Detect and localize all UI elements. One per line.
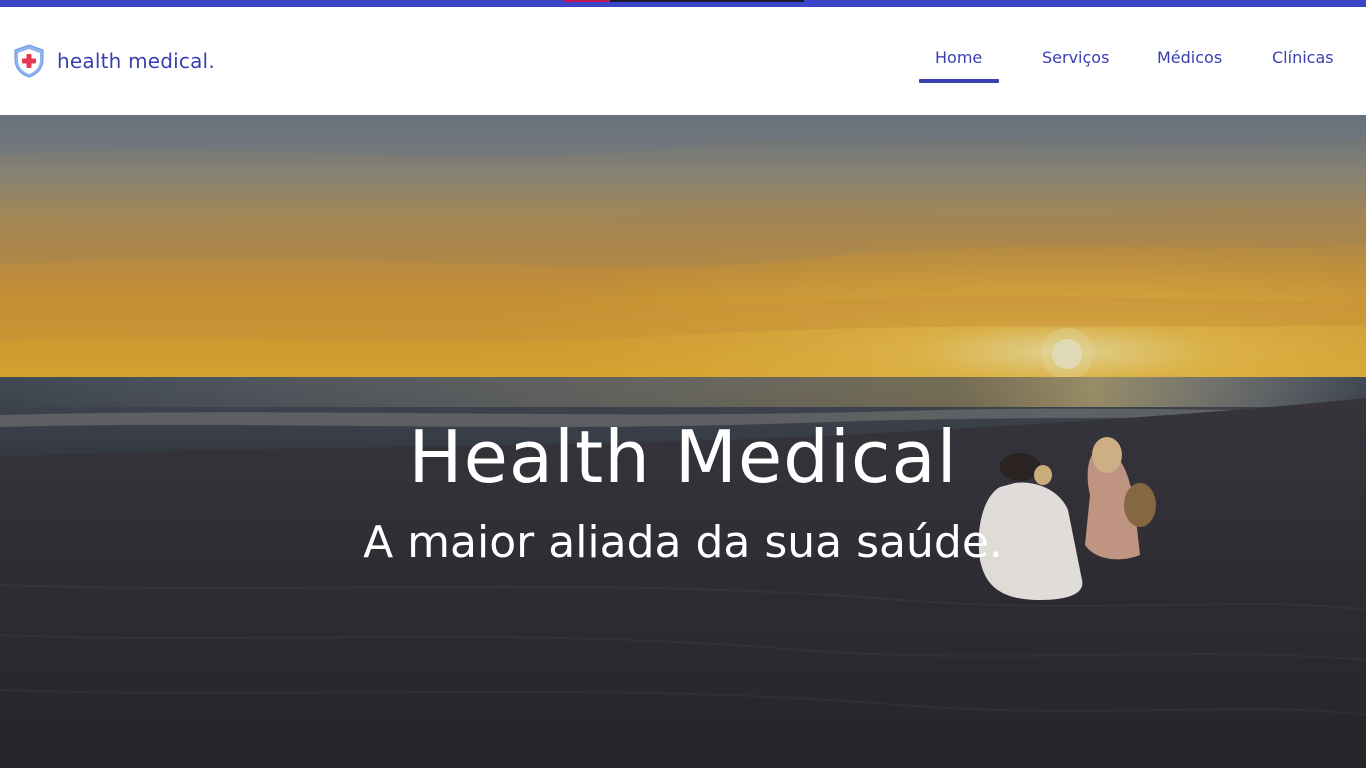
navbar: health medical. Home Serviços Médicos Cl…	[0, 7, 1366, 115]
top-bar-pink-segment	[563, 0, 610, 2]
top-bar-dark-segment	[610, 0, 804, 2]
brand-logo-link[interactable]: health medical.	[11, 43, 215, 79]
active-nav-indicator	[919, 79, 999, 83]
brand-name: health medical.	[57, 49, 215, 73]
shield-cross-icon	[14, 44, 44, 78]
nav-item-medicos[interactable]: Médicos	[1157, 48, 1222, 67]
nav-item-home[interactable]: Home	[935, 48, 982, 67]
hero-subtitle: A maior aliada da sua saúde.	[363, 517, 1003, 568]
hero-section: Health Medical A maior aliada da sua saú…	[0, 115, 1366, 768]
hero-title: Health Medical	[408, 415, 958, 499]
nav-item-servicos[interactable]: Serviços	[1042, 48, 1109, 67]
nav-item-clinicas[interactable]: Clínicas	[1272, 48, 1334, 67]
